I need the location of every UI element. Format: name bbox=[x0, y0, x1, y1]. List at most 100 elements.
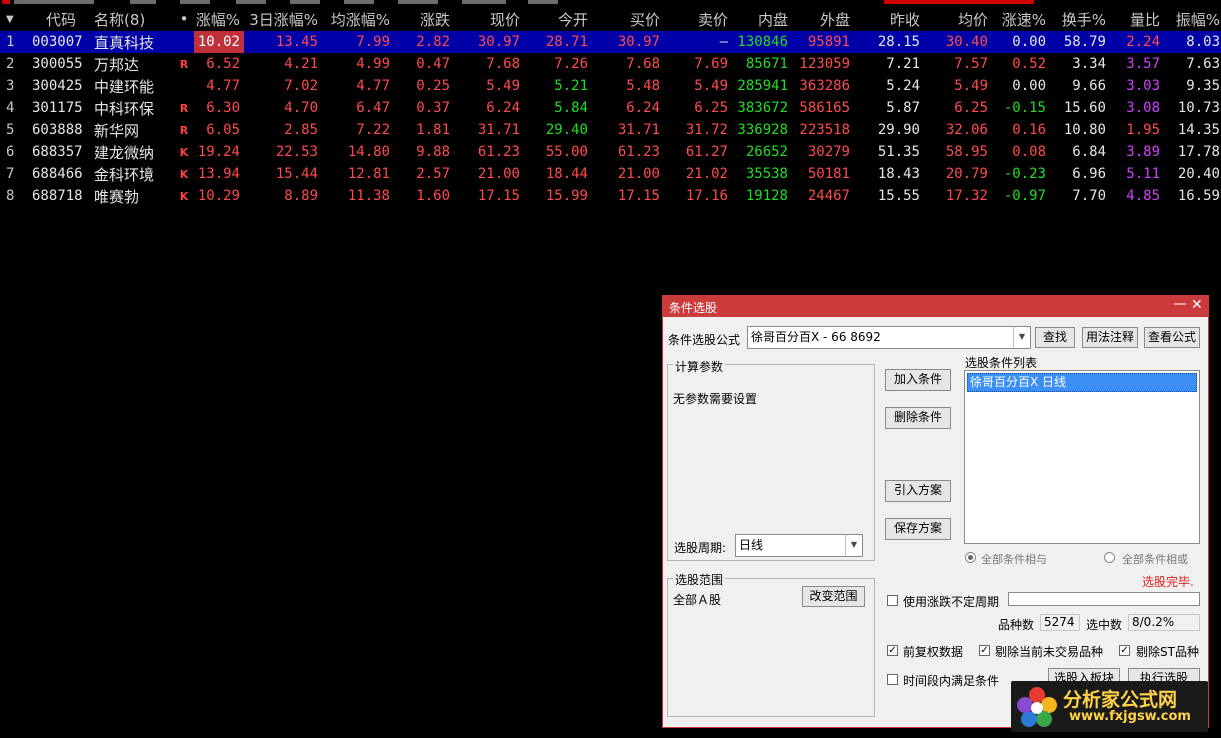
cell-volratio: 3.57 bbox=[1126, 56, 1160, 72]
col-header-price[interactable]: 现价 bbox=[454, 7, 524, 31]
cell-flag bbox=[178, 75, 194, 97]
rm-st-checkbox[interactable]: ✓ bbox=[1119, 645, 1130, 656]
col-header-speed[interactable]: 涨速% bbox=[992, 7, 1050, 31]
or-radio[interactable] bbox=[1104, 552, 1115, 563]
cell-open: 5.21 bbox=[554, 78, 588, 94]
cell-avg: 20.79 bbox=[945, 166, 988, 182]
cell-chg3: 15.44 bbox=[275, 166, 318, 182]
col-header-outer[interactable]: 外盘 bbox=[792, 7, 854, 31]
cell-ask: — bbox=[664, 31, 732, 53]
col-header-vol-ratio[interactable]: 量比 bbox=[1110, 7, 1164, 31]
col-header-code[interactable]: 代码 bbox=[32, 7, 94, 31]
cell-chg: 19.24 bbox=[197, 144, 240, 160]
cell-inner: 130846 bbox=[732, 31, 792, 53]
minimize-icon[interactable]: — bbox=[1173, 296, 1187, 312]
table-row[interactable]: 2 300055 万邦达 R 6.52 4.21 4.99 0.47 7.68 7.26 7.68 7… bbox=[0, 53, 1221, 75]
cell-amp: 17.78 bbox=[1177, 144, 1220, 160]
cell-chg3: 4.21 bbox=[284, 56, 318, 72]
chevron-down-icon[interactable]: ▼ bbox=[845, 535, 862, 556]
delete-condition-button[interactable]: 删除条件 bbox=[885, 407, 951, 429]
usage-notes-button[interactable]: 用法注释 bbox=[1082, 327, 1138, 348]
col-header-open[interactable]: 今开 bbox=[524, 7, 592, 31]
period-select[interactable]: 日线 ▼ bbox=[735, 534, 863, 557]
cell-outer: 586165 bbox=[799, 100, 850, 116]
close-icon[interactable]: ✕ bbox=[1191, 297, 1203, 313]
use-range-checkbox[interactable] bbox=[887, 595, 898, 606]
status-text: 选股完毕. bbox=[1142, 575, 1194, 589]
cell-chg: 4.77 bbox=[206, 78, 240, 94]
cell-inner: 26652 bbox=[745, 144, 788, 160]
table-row[interactable]: 5 603888 新华网 R 6.05 2.85 7.22 1.81 31.71 29.40 31.… bbox=[0, 119, 1221, 141]
view-formula-button[interactable]: 查看公式 bbox=[1144, 327, 1200, 348]
table-row[interactable]: 1 003007 直真科技 10.02 13.45 7.99 2.82 30.97 28.71 3… bbox=[0, 31, 1221, 53]
save-scheme-button[interactable]: 保存方案 bbox=[885, 518, 951, 540]
cell-price: 17.15 bbox=[477, 188, 520, 204]
formula-select[interactable]: 徐哥百分百X - 66 8692 ▼ bbox=[747, 326, 1031, 349]
or-label: 全部条件相或 bbox=[1122, 553, 1188, 566]
cell-outer: 24467 bbox=[807, 188, 850, 204]
cell-name: 唯赛勃 bbox=[94, 187, 140, 206]
cell-delta: 2.57 bbox=[416, 166, 450, 182]
cell-speed: -0.15 bbox=[1003, 100, 1046, 116]
chevron-down-icon[interactable]: ▼ bbox=[1013, 327, 1030, 348]
find-button[interactable]: 查找 bbox=[1035, 327, 1075, 348]
col-header-amplitude[interactable]: 振幅% bbox=[1164, 7, 1221, 31]
sort-menu-icon[interactable]: ▼ bbox=[0, 7, 32, 31]
col-header-bid[interactable]: 买价 bbox=[592, 7, 664, 31]
col-header-delta[interactable]: 涨跌 bbox=[394, 7, 454, 31]
cell-idx: 7 bbox=[6, 166, 15, 182]
params-title: 计算参数 bbox=[673, 358, 726, 375]
range-period-input[interactable] bbox=[1008, 592, 1200, 606]
range-value: 全部Ａ股 bbox=[673, 593, 722, 607]
cell-prev: 51.35 bbox=[877, 144, 920, 160]
hit-value: 8/0.2% bbox=[1128, 614, 1200, 631]
dialog-titlebar[interactable]: 条件选股 — ✕ bbox=[663, 296, 1208, 317]
change-range-button[interactable]: 改变范围 bbox=[802, 586, 865, 607]
cell-ask: 17.16 bbox=[685, 188, 728, 204]
table-row[interactable]: 8 688718 唯赛勃 K 10.29 8.89 11.38 1.60 17.15 15.99 1… bbox=[0, 185, 1221, 207]
cell-ask: 31.72 bbox=[685, 122, 728, 138]
cell-prev: 5.87 bbox=[886, 100, 920, 116]
col-header-name[interactable]: 名称(8) bbox=[94, 7, 178, 31]
col-header-change-pct[interactable]: 涨幅% bbox=[194, 7, 244, 31]
cell-bid: 7.68 bbox=[626, 56, 660, 72]
import-scheme-button[interactable]: 引入方案 bbox=[885, 480, 951, 502]
fq-checkbox[interactable]: ✓ bbox=[887, 645, 898, 656]
condition-list-title: 选股条件列表 bbox=[965, 356, 1038, 370]
cell-bid: 61.23 bbox=[617, 144, 660, 160]
cell-price: 31.71 bbox=[477, 122, 520, 138]
rm-untraded-checkbox[interactable]: ✓ bbox=[979, 645, 990, 656]
col-header-turnover[interactable]: 换手% bbox=[1050, 7, 1110, 31]
condition-list[interactable]: 徐哥百分百X 日线 bbox=[964, 370, 1200, 544]
table-row[interactable]: 4 301175 中科环保 R 6.30 4.70 6.47 0.37 6.24 5.84 6.24… bbox=[0, 97, 1221, 119]
table-row[interactable]: 7 688466 金科环境 K 13.94 15.44 12.81 2.57 21.00 18.4… bbox=[0, 163, 1221, 185]
stock-table[interactable]: ▼ 代码 名称(8) • 涨幅% 3日涨幅% 均涨幅% 涨跌 现价 今开 买价 … bbox=[0, 7, 1221, 207]
col-header-prev-close[interactable]: 昨收 bbox=[854, 7, 924, 31]
and-radio[interactable] bbox=[965, 552, 976, 563]
time-cond-checkbox[interactable] bbox=[887, 674, 898, 685]
cell-volratio: 3.03 bbox=[1126, 78, 1160, 94]
col-header-inner[interactable]: 内盘 bbox=[732, 7, 792, 31]
stock-screener-dialog[interactable]: 条件选股 — ✕ 条件选股公式 徐哥百分百X - 66 8692 ▼ 查找 用法… bbox=[662, 295, 1209, 728]
cell-volratio: 3.89 bbox=[1126, 144, 1160, 160]
cell-chg: 6.30 bbox=[206, 100, 240, 116]
col-header-dot[interactable]: • bbox=[178, 7, 194, 31]
cell-name: 万邦达 bbox=[94, 55, 140, 74]
cell-flag bbox=[178, 31, 194, 53]
cell-chg: 10.02 bbox=[194, 31, 244, 53]
add-condition-button[interactable]: 加入条件 bbox=[885, 369, 951, 391]
cell-delta: 9.88 bbox=[416, 144, 450, 160]
table-row[interactable]: 6 688357 建龙微纳 K 19.24 22.53 14.80 9.88 61.23 55.0… bbox=[0, 141, 1221, 163]
cell-open: 18.44 bbox=[545, 166, 588, 182]
table-row[interactable]: 3 300425 中建环能 4.77 7.02 4.77 0.25 5.49 5.21 5.48 5… bbox=[0, 75, 1221, 97]
cell-idx: 1 bbox=[0, 31, 32, 53]
col-header-ask[interactable]: 卖价 bbox=[664, 7, 732, 31]
cell-inner: 383672 bbox=[737, 100, 788, 116]
col-header-avg-change[interactable]: 均涨幅% bbox=[322, 7, 394, 31]
list-item[interactable]: 徐哥百分百X 日线 bbox=[967, 373, 1197, 392]
col-header-3day-change[interactable]: 3日涨幅% bbox=[244, 7, 322, 31]
cell-amp: 7.63 bbox=[1186, 56, 1220, 72]
cell-turnover: 6.96 bbox=[1072, 166, 1106, 182]
col-header-avg-price[interactable]: 均价 bbox=[924, 7, 992, 31]
cell-price: 30.97 bbox=[454, 31, 524, 53]
